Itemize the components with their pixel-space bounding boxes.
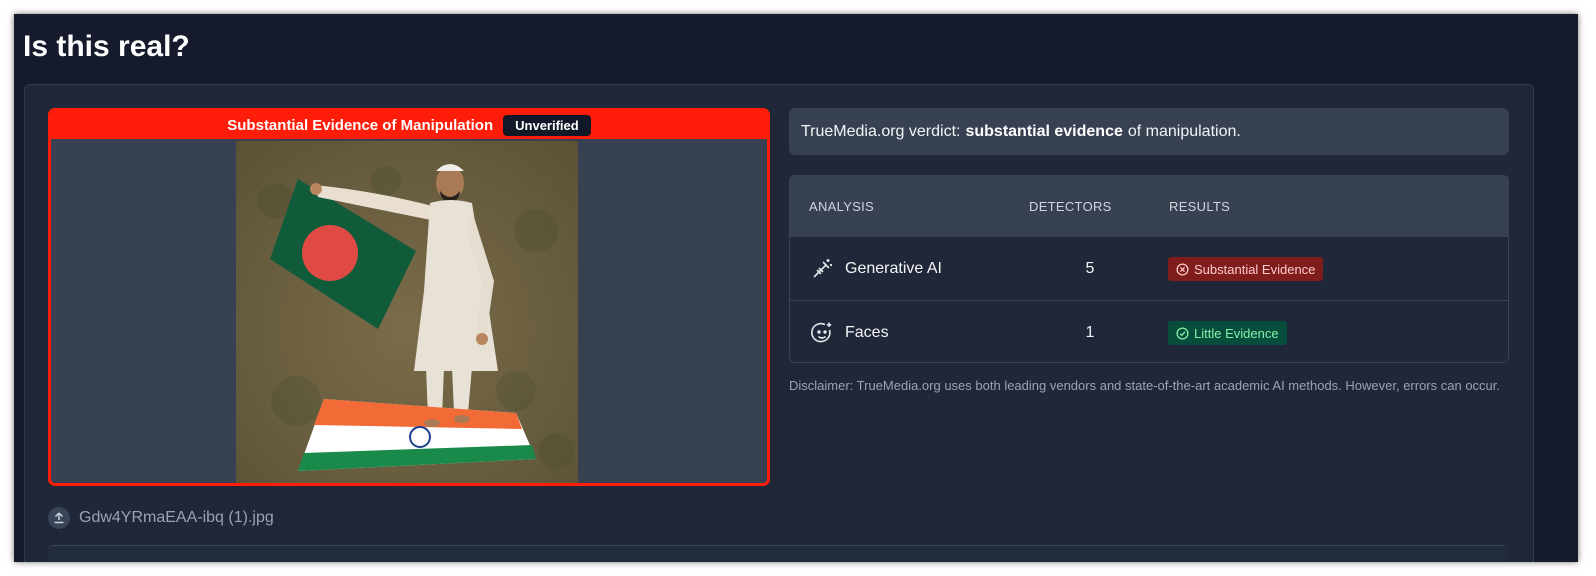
disclaimer: Disclaimer: TrueMedia.org uses both lead…	[789, 378, 1501, 393]
result-card: Substantial Evidence of Manipulation Unv…	[24, 84, 1534, 562]
next-section	[48, 545, 1508, 562]
unverified-badge: Unverified	[503, 114, 591, 136]
analysis-name: Faces	[845, 324, 889, 341]
table-row[interactable]: Faces 1 Little Evidence	[790, 300, 1508, 362]
check-circle-icon	[1176, 326, 1189, 340]
banner-text: Substantial Evidence of Manipulation	[227, 116, 494, 134]
analyzed-photo[interactable]	[236, 141, 578, 483]
result-badge: Substantial Evidence	[1168, 257, 1324, 281]
magic-wand-icon	[810, 257, 834, 281]
header-analysis: ANALYSIS	[809, 199, 875, 214]
detector-count: 5	[1085, 260, 1095, 277]
verdict-suffix: of manipulation.	[1127, 122, 1241, 140]
result-label: Little Evidence	[1194, 325, 1279, 341]
page-title: Is this real?	[23, 30, 190, 63]
verdict-box: TrueMedia.org verdict: substantial evide…	[789, 108, 1509, 155]
table-row[interactable]: Generative AI 5 Substantial Evidence	[790, 236, 1508, 300]
table-header: ANALYSIS DETECTORS RESULTS	[790, 176, 1508, 236]
header-detectors: DETECTORS	[1029, 199, 1112, 214]
x-circle-icon	[1176, 262, 1189, 276]
face-icon	[810, 321, 834, 345]
file-name: Gdw4YRmaEAA-ibq (1).jpg	[79, 509, 274, 526]
analysis-table: ANALYSIS DETECTORS RESULTS Generative AI…	[789, 175, 1509, 363]
media-frame: Substantial Evidence of Manipulation Unv…	[48, 108, 770, 486]
analysis-name: Generative AI	[845, 260, 942, 277]
result-badge: Little Evidence	[1168, 321, 1287, 345]
manipulation-banner: Substantial Evidence of Manipulation Unv…	[51, 111, 767, 139]
detector-count: 1	[1085, 324, 1095, 341]
app-window: Is this real? Substantial Evidence of Ma…	[14, 14, 1578, 562]
result-label: Substantial Evidence	[1194, 261, 1316, 277]
upload-icon[interactable]	[48, 507, 70, 529]
header-results: RESULTS	[1169, 199, 1231, 214]
verdict-emphasis: substantial evidence	[965, 122, 1123, 140]
verdict-prefix: TrueMedia.org verdict:	[801, 122, 961, 140]
file-row: Gdw4YRmaEAA-ibq (1).jpg	[48, 507, 274, 529]
